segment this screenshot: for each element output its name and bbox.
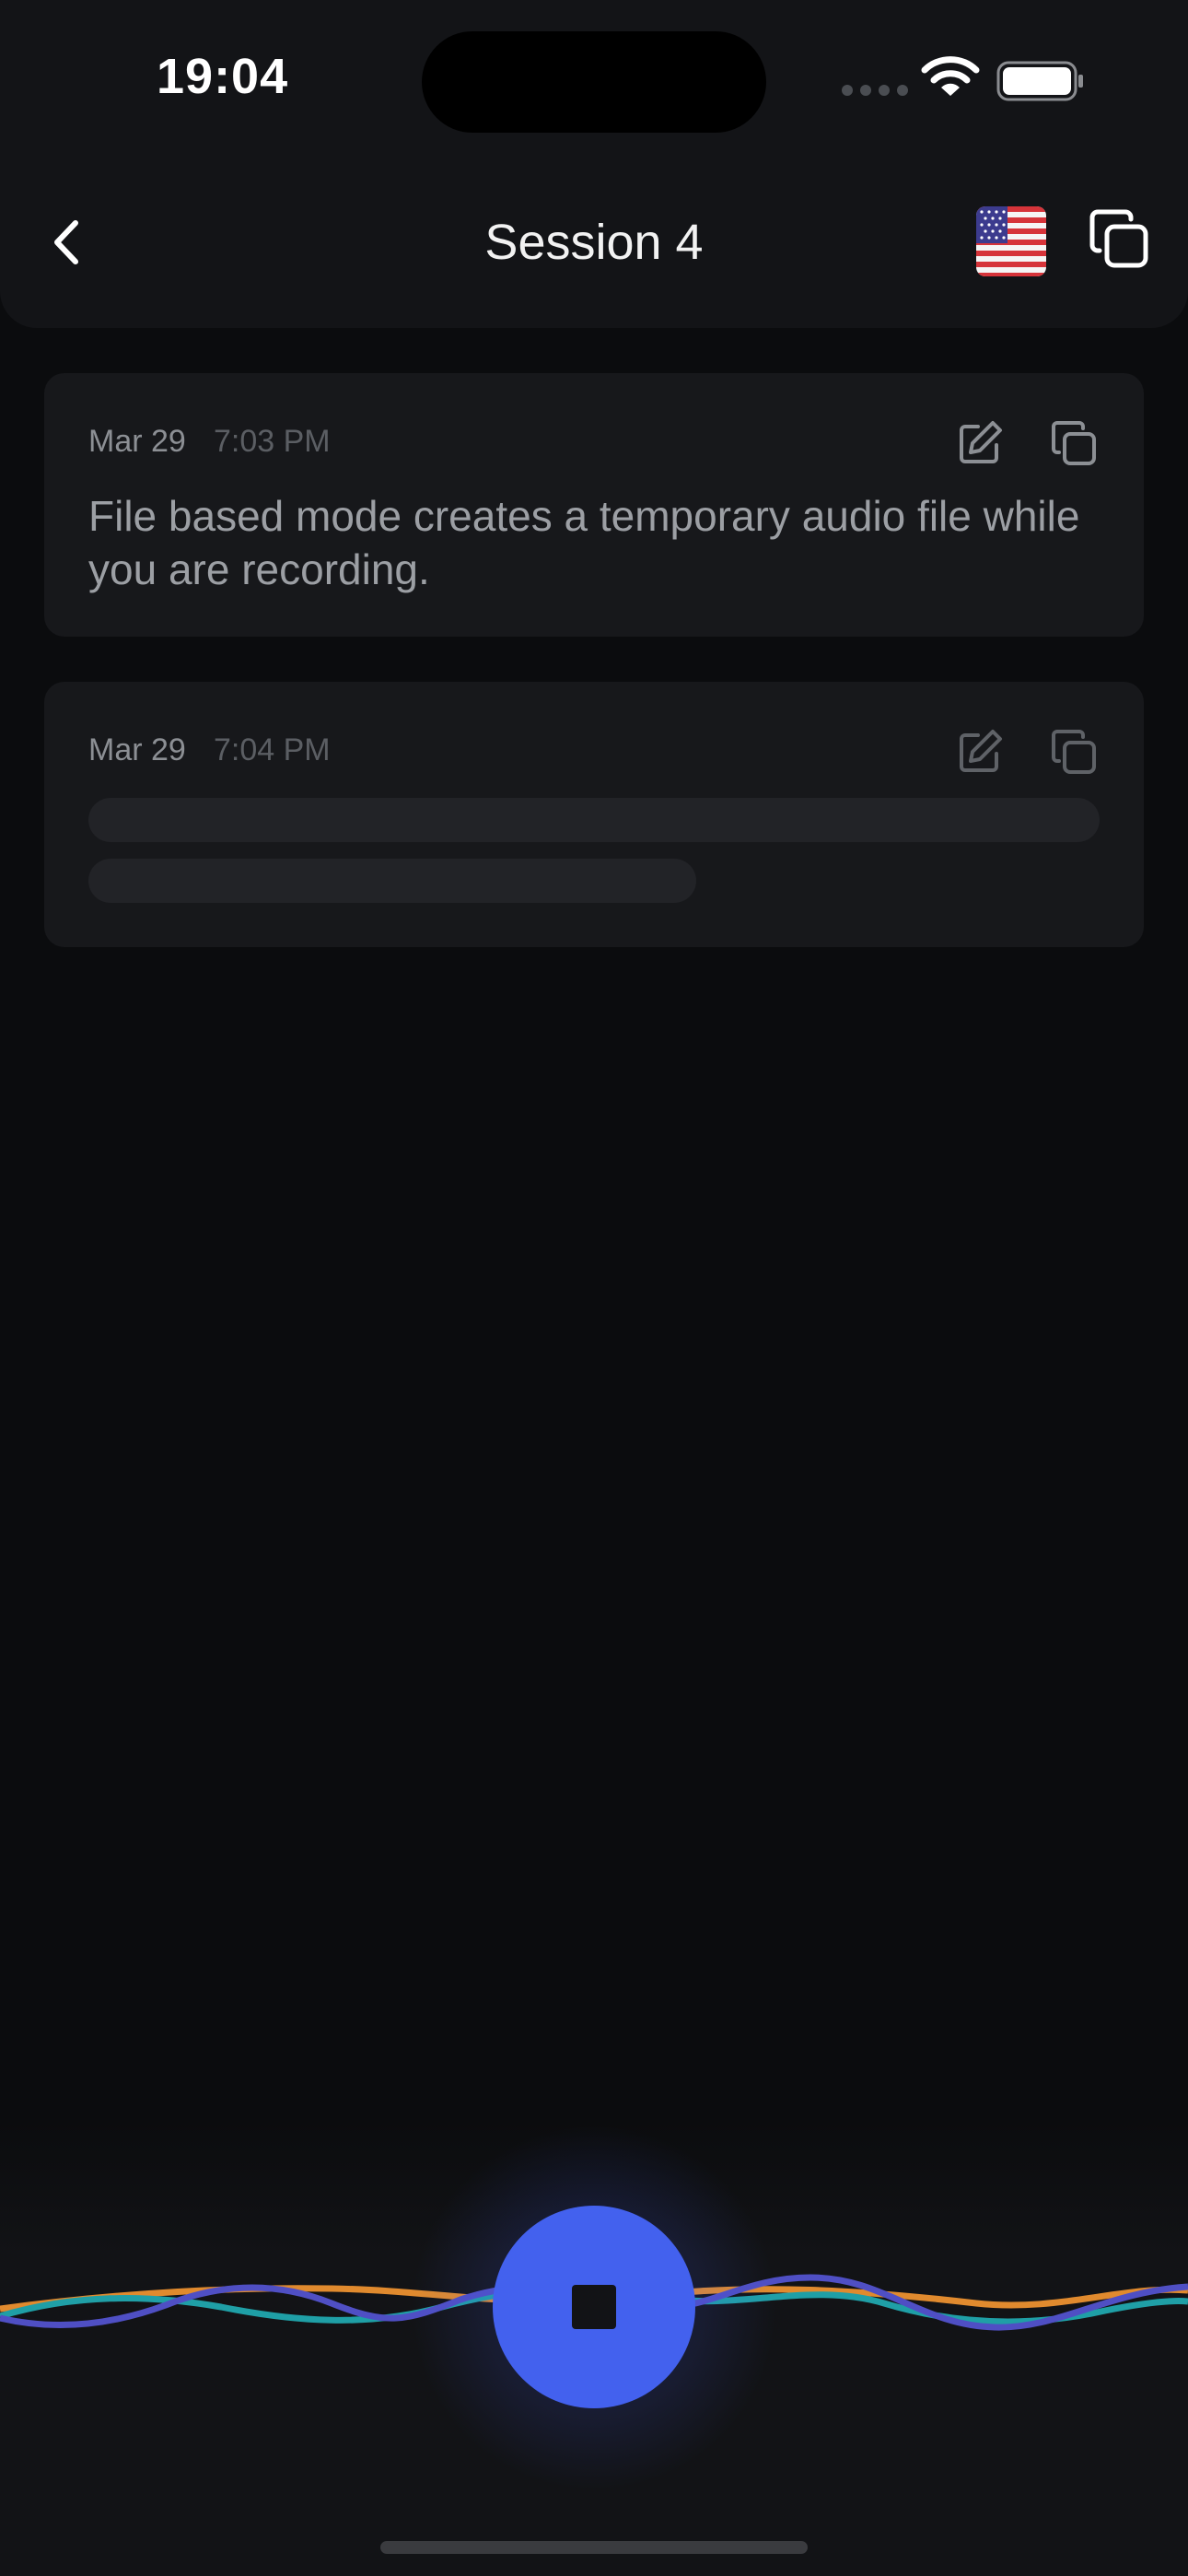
- home-indicator: [380, 2541, 808, 2554]
- edit-button[interactable]: [954, 417, 1006, 474]
- transcript-date: Mar 29: [88, 732, 186, 767]
- transcript-text[interactable]: File based mode creates a temporary audi…: [88, 489, 1111, 596]
- stop-recording-button[interactable]: [493, 2206, 695, 2408]
- transcript-date: Mar 29: [88, 424, 186, 459]
- copy-all-button[interactable]: [1087, 206, 1151, 275]
- loading-placeholder-line: [88, 798, 1100, 842]
- dynamic-island: [422, 31, 766, 133]
- cellular-signal-icon: [842, 85, 908, 96]
- battery-icon: [996, 61, 1083, 101]
- stop-icon: [572, 2285, 616, 2329]
- copy-button[interactable]: [1048, 726, 1100, 782]
- wifi-icon: [921, 56, 980, 96]
- copy-icon: [1052, 730, 1096, 774]
- status-bar: 19:04: [0, 0, 1188, 157]
- language-selector[interactable]: [976, 206, 1046, 276]
- edit-button[interactable]: [954, 726, 1006, 782]
- loading-placeholder-line: [88, 859, 696, 903]
- copy-icon: [1052, 421, 1096, 465]
- us-flag-icon: [976, 206, 1046, 276]
- edit-icon: [960, 730, 1002, 772]
- status-time: 19:04: [157, 49, 289, 104]
- edit-icon: [960, 421, 1002, 463]
- transcript-card: Mar 29 7:03 PM File based mode creates a…: [44, 373, 1144, 637]
- transcript-time: 7:03 PM: [214, 424, 331, 459]
- transcript-card: Mar 29 7:04 PM: [44, 682, 1144, 947]
- copy-icon: [1089, 209, 1148, 268]
- transcript-time: 7:04 PM: [214, 732, 331, 767]
- copy-button[interactable]: [1048, 417, 1100, 474]
